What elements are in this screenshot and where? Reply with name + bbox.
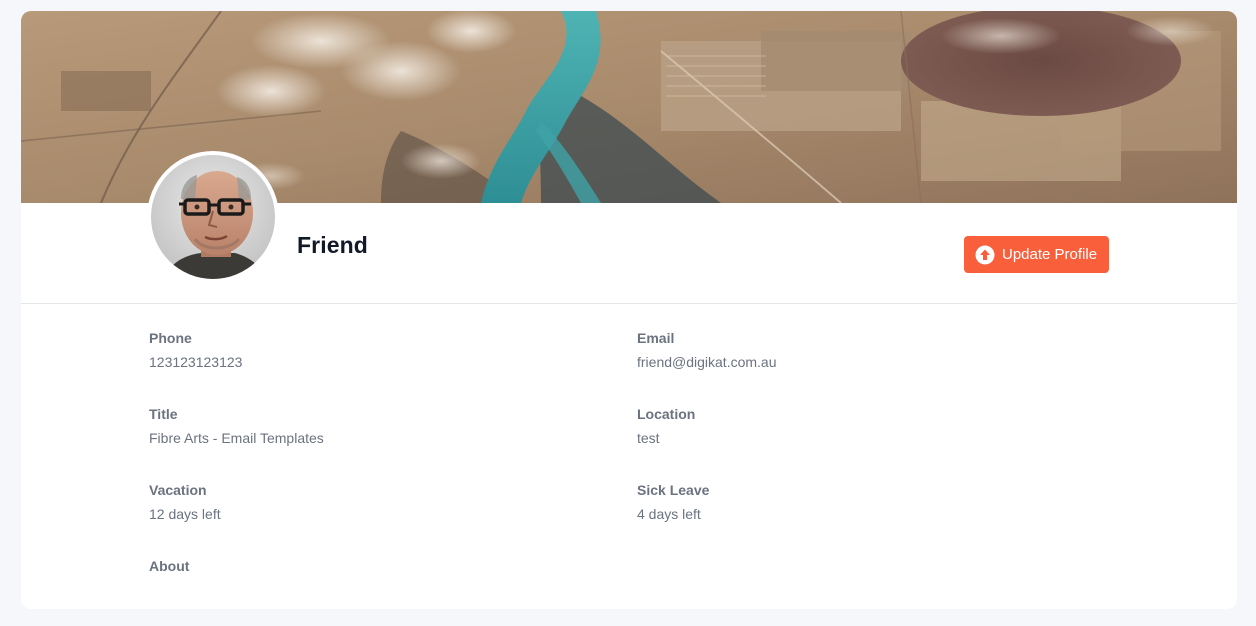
arrow-up-circle-icon bbox=[975, 245, 995, 265]
profile-name: Friend bbox=[297, 232, 368, 258]
divider bbox=[21, 303, 1237, 304]
avatar bbox=[147, 151, 279, 283]
sick-leave-label: Sick Leave bbox=[637, 482, 710, 498]
vacation-label: Vacation bbox=[149, 482, 207, 498]
email-value: friend@digikat.com.au bbox=[637, 354, 777, 370]
sick-leave-value: 4 days left bbox=[637, 506, 701, 522]
avatar-image bbox=[151, 155, 275, 279]
title-value: Fibre Arts - Email Templates bbox=[149, 430, 324, 446]
update-profile-button[interactable]: Update Profile bbox=[964, 236, 1109, 273]
about-label: About bbox=[149, 558, 190, 574]
profile-card: Friend Update Profile Phone 123123123123… bbox=[21, 11, 1237, 609]
title-label: Title bbox=[149, 406, 178, 422]
location-value: test bbox=[637, 430, 660, 446]
update-profile-label: Update Profile bbox=[1002, 246, 1098, 263]
location-label: Location bbox=[637, 406, 696, 422]
email-label: Email bbox=[637, 330, 675, 346]
phone-value: 123123123123 bbox=[149, 354, 243, 370]
phone-label: Phone bbox=[149, 330, 192, 346]
vacation-value: 12 days left bbox=[149, 506, 221, 522]
